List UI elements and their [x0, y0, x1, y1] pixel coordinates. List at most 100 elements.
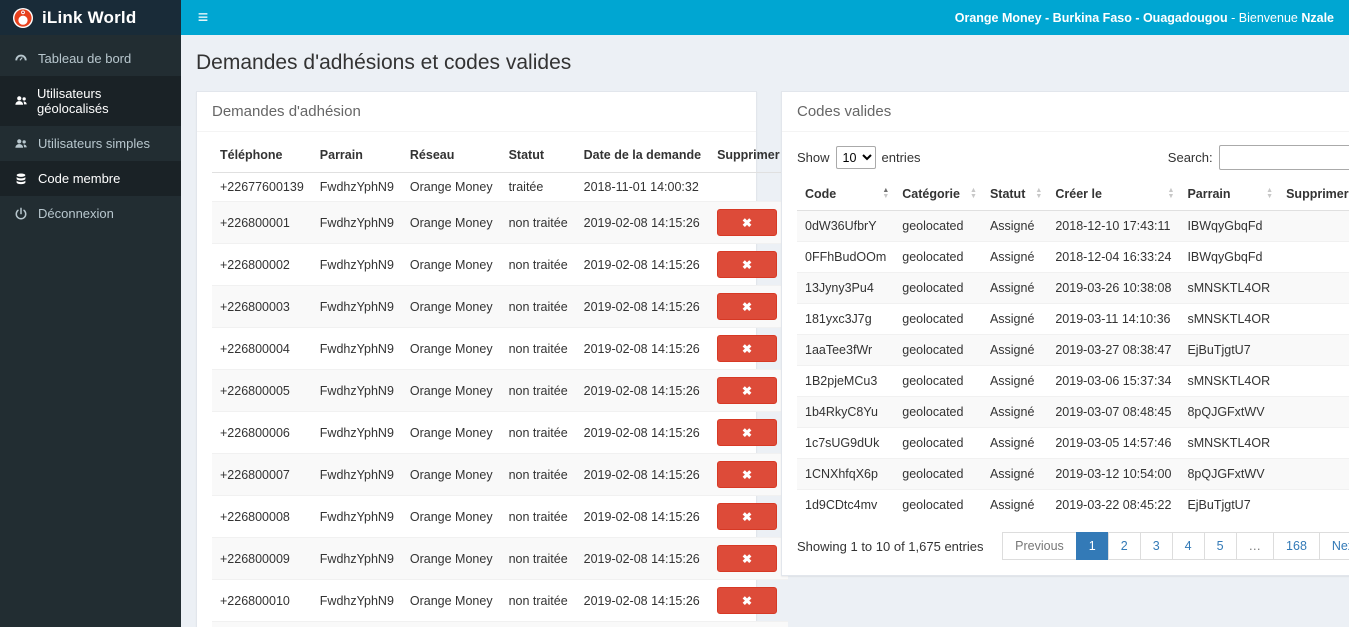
- sidebar-item-tableau-de-bord[interactable]: Tableau de bord: [0, 41, 181, 76]
- column-header-supprimer[interactable]: Supprimer▲▼: [1278, 178, 1349, 211]
- cell-supprimer: ✖: [709, 579, 788, 622]
- delete-button[interactable]: ✖: [717, 587, 778, 614]
- cell-supprimer: [1278, 303, 1349, 335]
- cell-parrain: 8pQJGFxtWV: [1179, 458, 1279, 490]
- cell-statut: Assigné: [981, 458, 1048, 490]
- column-header-creer-le[interactable]: Créer le ▲ ▼: [1047, 178, 1180, 211]
- delete-button[interactable]: ✖: [717, 503, 778, 530]
- delete-button[interactable]: ✖: [717, 209, 778, 236]
- delete-button[interactable]: ✖: [717, 335, 778, 362]
- sidebar: Tableau de bord Utilisateurs géolocalisés…: [0, 35, 181, 627]
- sidebar-item-label: Tableau de bord: [38, 51, 132, 66]
- column-header-label: Supprimer: [1286, 187, 1349, 201]
- brand[interactable]: iLink World: [0, 0, 181, 35]
- page-length-select[interactable]: 10: [835, 146, 876, 169]
- cell-statut: Assigné: [981, 396, 1048, 428]
- brand-name: iLink World: [42, 7, 137, 27]
- column-header-categorie[interactable]: Catégorie ▲ ▼: [894, 178, 982, 211]
- topbar: ≡ Orange Money - Burkina Faso - Ouagadou…: [181, 0, 1349, 35]
- show-label: Show: [797, 150, 830, 165]
- pagination-next[interactable]: Next: [1318, 532, 1349, 560]
- delete-button[interactable]: ✖: [717, 545, 778, 572]
- cell-parrain: FwdhzYphN9: [311, 172, 402, 202]
- sidebar-item-deconnexion[interactable]: Déconnexion: [0, 196, 181, 231]
- cell-statut: Assigné: [981, 427, 1048, 459]
- cell-telephone: +226800009: [212, 537, 312, 580]
- pagination-page-3[interactable]: 3: [1139, 532, 1173, 560]
- cell-telephone: +226800002: [212, 243, 312, 286]
- sort-icon: ▲ ▼: [970, 187, 977, 200]
- power-icon: [13, 207, 29, 221]
- table-row: +226800002 FwdhzYphN9 Orange Money non trai…: [212, 243, 788, 286]
- cell-code: 1d9CDtc4mv: [797, 489, 895, 520]
- menu-toggle-button[interactable]: ≡: [181, 0, 225, 35]
- delete-button[interactable]: ✖: [717, 461, 778, 488]
- cell-statut: Assigné: [981, 241, 1048, 273]
- search-input[interactable]: [1218, 145, 1349, 170]
- column-header-parrain[interactable]: Parrain ▲ ▼: [1179, 178, 1279, 211]
- pagination-ellipsis: …: [1235, 532, 1275, 560]
- pagination-page-168[interactable]: 168: [1273, 532, 1320, 560]
- table-row: +226800009 FwdhzYphN9 Orange Money non trai…: [212, 537, 788, 580]
- app-root: iLink World ≡ Orange Money - Burkina Fas…: [0, 0, 1349, 627]
- pagination-previous[interactable]: Previous: [1002, 532, 1077, 560]
- page-title: Demandes d'adhésions et codes valides: [196, 51, 572, 74]
- table-row: +226800001 FwdhzYphN9 Orange Money non trai…: [212, 201, 788, 244]
- cell-parrain: FwdhzYphN9: [311, 621, 402, 627]
- cell-supprimer: [1278, 458, 1349, 490]
- cell-reseau: Orange Money: [401, 621, 501, 627]
- sidebar-item-code-membre[interactable]: Code membre: [0, 161, 181, 196]
- cell-categorie: geolocated: [894, 427, 982, 459]
- cell-creer_le: 2019-03-22 08:45:22: [1047, 489, 1180, 520]
- cell-statut: non traitée: [500, 327, 576, 370]
- delete-button[interactable]: ✖: [717, 293, 778, 320]
- table-row: 13Jyny3Pu4 geolocated Assigné 2019-03-26 10…: [797, 272, 1349, 304]
- cell-statut: traitée: [500, 172, 576, 202]
- demandes-header-row: Téléphone Parrain Réseau Statut Date de la d…: [212, 138, 788, 173]
- username: Nzale: [1301, 10, 1334, 25]
- cell-statut: non traitée: [500, 537, 576, 580]
- pagination-page-5[interactable]: 5: [1203, 532, 1237, 560]
- cell-parrain: FwdhzYphN9: [311, 453, 402, 496]
- table-row: 0dW36UfbrY geolocated Assigné 2018-12-10 17…: [797, 210, 1349, 242]
- cell-supprimer: ✖: [709, 327, 788, 370]
- table-info: Showing 1 to 10 of 1,675 entries: [797, 538, 984, 554]
- column-header-statut[interactable]: Statut ▲ ▼: [981, 178, 1048, 211]
- cell-reseau: Orange Money: [401, 369, 501, 412]
- cell-parrain: EjBuTjgtU7: [1179, 334, 1279, 366]
- cell-telephone: +226800005: [212, 369, 312, 412]
- cell-statut: Assigné: [981, 303, 1048, 335]
- cell-statut: non traitée: [500, 495, 576, 538]
- delete-button[interactable]: ✖: [717, 251, 778, 278]
- column-header-statut: Statut: [500, 138, 576, 173]
- pagination-page-4[interactable]: 4: [1171, 532, 1205, 560]
- cell-categorie: geolocated: [894, 365, 982, 397]
- cell-parrain: sMNSKTL4OR: [1179, 427, 1279, 459]
- cell-supprimer: [709, 172, 788, 202]
- cell-telephone: +226800330: [212, 621, 312, 627]
- table-row: +226800005 FwdhzYphN9 Orange Money non trai…: [212, 369, 788, 412]
- table-row: +22677600139 FwdhzYphN9 Orange Money traité…: [212, 172, 788, 202]
- cell-parrain: FwdhzYphN9: [311, 537, 402, 580]
- cell-parrain: sMNSKTL4OR: [1179, 303, 1279, 335]
- dashboard-icon: [13, 52, 29, 66]
- cell-reseau: Orange Money: [401, 327, 501, 370]
- codes-table: Code ▲ ▼ Catégorie ▲ ▼ Statut ▲ ▼ Créer le ▲ ▼ Parra…: [797, 178, 1349, 520]
- sort-icon: ▲ ▼: [1035, 187, 1043, 200]
- cell-date: 2019-02-08 14:15:26: [575, 453, 710, 496]
- pagination-page-2[interactable]: 2: [1107, 532, 1141, 560]
- sort-icon: ▲ ▼: [882, 187, 890, 200]
- cell-statut: non traitée: [500, 285, 576, 328]
- cell-statut: non traitée: [500, 201, 576, 244]
- sidebar-item-utilisateurs-simples[interactable]: Utilisateurs simples: [0, 126, 181, 161]
- cell-parrain: IBWqyGbqFd: [1179, 210, 1279, 242]
- cell-statut: non traitée: [500, 411, 576, 454]
- column-header-code[interactable]: Code ▲ ▼: [797, 178, 895, 211]
- delete-button[interactable]: ✖: [717, 377, 778, 404]
- delete-button[interactable]: ✖: [717, 419, 778, 446]
- pagination-page-1[interactable]: 1: [1075, 532, 1109, 560]
- cell-parrain: FwdhzYphN9: [311, 285, 402, 328]
- sidebar-item-utilisateurs-geolocalises[interactable]: Utilisateurs géolocalisés: [0, 76, 181, 126]
- cell-code: 0FFhBudOOm: [797, 241, 895, 273]
- cell-parrain: FwdhzYphN9: [311, 243, 402, 286]
